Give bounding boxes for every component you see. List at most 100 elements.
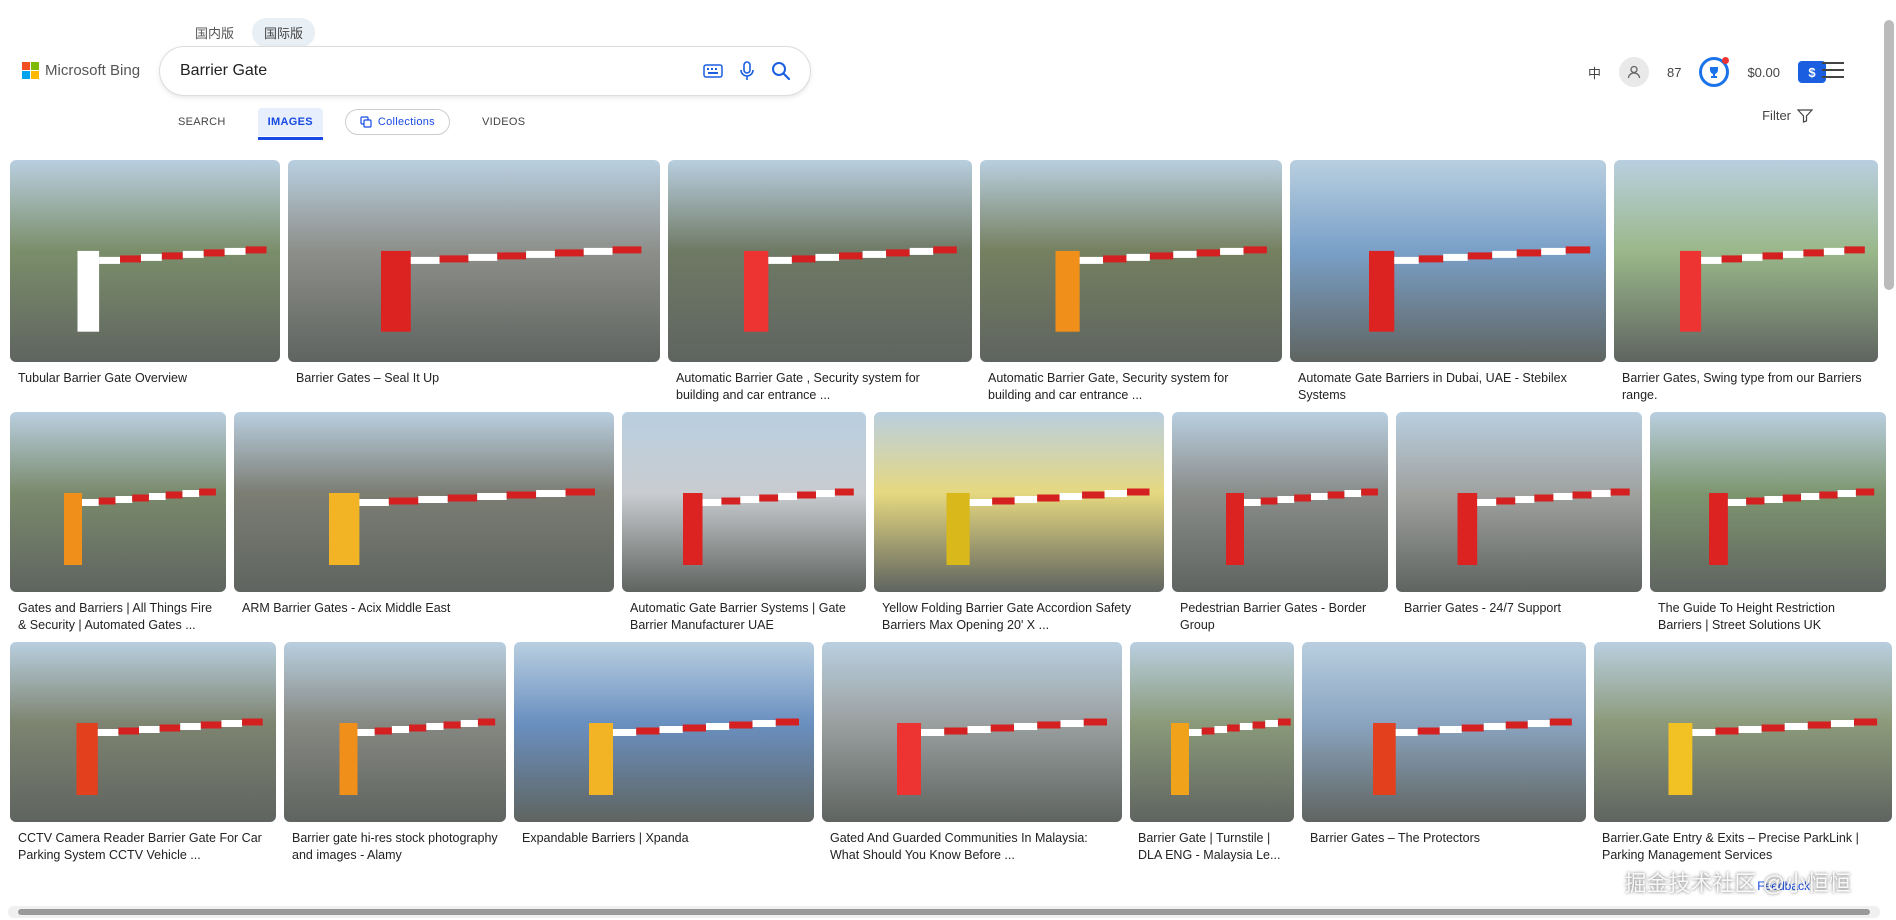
- menu-icon[interactable]: [1822, 62, 1844, 78]
- image-caption[interactable]: Barrier.Gate Entry & Exits – Precise Par…: [1594, 822, 1892, 862]
- image-caption[interactable]: Automatic Barrier Gate , Security system…: [668, 362, 972, 402]
- language-icon[interactable]: 中: [1588, 63, 1601, 82]
- image-caption[interactable]: Barrier Gates - 24/7 Support: [1396, 592, 1642, 632]
- tab-videos[interactable]: VIDEOS: [472, 108, 535, 136]
- vertical-scrollbar[interactable]: [1884, 20, 1894, 290]
- image-caption[interactable]: Barrier Gates – The Protectors: [1302, 822, 1586, 862]
- image-thumbnail[interactable]: [1614, 160, 1878, 362]
- image-result[interactable]: Expandable Barriers | Xpanda: [514, 642, 814, 862]
- microphone-icon[interactable]: [730, 54, 764, 88]
- image-caption[interactable]: Automatic Gate Barrier Systems | Gate Ba…: [622, 592, 866, 632]
- image-result[interactable]: Barrier Gates – Seal It Up: [288, 160, 660, 402]
- image-thumbnail[interactable]: [10, 412, 226, 592]
- image-result[interactable]: Barrier Gates – The Protectors: [1302, 642, 1586, 862]
- barrier-illustration: [897, 718, 1107, 795]
- image-result[interactable]: Automatic Barrier Gate , Security system…: [668, 160, 972, 402]
- barrier-illustration: [946, 488, 1150, 565]
- image-thumbnail[interactable]: [284, 642, 506, 822]
- image-caption[interactable]: Pedestrian Barrier Gates - Border Group: [1172, 592, 1388, 632]
- image-caption[interactable]: Barrier Gates, Swing type from our Barri…: [1614, 362, 1878, 402]
- image-caption[interactable]: Tubular Barrier Gate Overview: [10, 362, 280, 402]
- filter-button[interactable]: Filter: [1762, 108, 1813, 123]
- barrier-illustration: [339, 718, 496, 795]
- bing-images-page: 国内版 国际版 Microsoft Bing 中 87 $0.00 $: [0, 0, 1896, 920]
- header-right: 中 87 $0.00 $: [1588, 57, 1826, 87]
- image-result[interactable]: Gated And Guarded Communities In Malaysi…: [822, 642, 1122, 862]
- image-thumbnail[interactable]: [668, 160, 972, 362]
- search-icon[interactable]: [764, 54, 798, 88]
- image-thumbnail[interactable]: [514, 642, 814, 822]
- image-thumbnail[interactable]: [1290, 160, 1606, 362]
- image-caption[interactable]: Barrier Gates – Seal It Up: [288, 362, 660, 402]
- image-thumbnail[interactable]: [1302, 642, 1586, 822]
- image-caption[interactable]: Gated And Guarded Communities In Malaysi…: [822, 822, 1122, 862]
- image-result[interactable]: Yellow Folding Barrier Gate Accordion Sa…: [874, 412, 1164, 632]
- collections-label: Collections: [377, 116, 435, 128]
- image-caption[interactable]: Gates and Barriers | All Things Fire & S…: [10, 592, 226, 632]
- image-result[interactable]: Barrier gate hi-res stock photography an…: [284, 642, 506, 862]
- image-caption[interactable]: Barrier gate hi-res stock photography an…: [284, 822, 506, 862]
- image-result[interactable]: CCTV Camera Reader Barrier Gate For Car …: [10, 642, 276, 862]
- barrier-illustration: [76, 718, 263, 795]
- image-caption[interactable]: Barrier Gate | Turnstile | DLA ENG - Mal…: [1130, 822, 1294, 862]
- image-result[interactable]: Barrier Gate | Turnstile | DLA ENG - Mal…: [1130, 642, 1294, 862]
- barrier-illustration: [1373, 718, 1572, 795]
- image-result[interactable]: Automatic Gate Barrier Systems | Gate Ba…: [622, 412, 866, 632]
- image-result[interactable]: ARM Barrier Gates - Acix Middle East: [234, 412, 614, 632]
- image-result[interactable]: Gates and Barriers | All Things Fire & S…: [10, 412, 226, 632]
- image-thumbnail[interactable]: [10, 160, 280, 362]
- image-caption[interactable]: The Guide To Height Restriction Barriers…: [1650, 592, 1886, 632]
- region-tabs: 国内版 国际版: [183, 18, 316, 47]
- image-thumbnail[interactable]: [10, 642, 276, 822]
- image-result[interactable]: The Guide To Height Restriction Barriers…: [1650, 412, 1886, 632]
- image-thumbnail[interactable]: [874, 412, 1164, 592]
- image-row: Gates and Barriers | All Things Fire & S…: [10, 412, 1886, 632]
- barrier-illustration: [1226, 488, 1378, 565]
- image-result[interactable]: Automatic Barrier Gate, Security system …: [980, 160, 1282, 402]
- image-result[interactable]: Barrier.Gate Entry & Exits – Precise Par…: [1594, 642, 1892, 862]
- tab-search[interactable]: SEARCH: [168, 108, 236, 136]
- image-thumbnail[interactable]: [1396, 412, 1642, 592]
- tab-images[interactable]: IMAGES: [257, 108, 324, 140]
- image-caption[interactable]: Automatic Barrier Gate, Security system …: [980, 362, 1282, 402]
- balance-amount[interactable]: $0.00: [1747, 65, 1780, 80]
- image-thumbnail[interactable]: [822, 642, 1122, 822]
- search-input[interactable]: [180, 62, 696, 80]
- collections-button[interactable]: Collections: [344, 109, 450, 135]
- barrier-illustration: [1457, 488, 1630, 565]
- image-caption[interactable]: Automate Gate Barriers in Dubai, UAE - S…: [1290, 362, 1606, 402]
- image-result[interactable]: Automate Gate Barriers in Dubai, UAE - S…: [1290, 160, 1606, 402]
- image-result[interactable]: Tubular Barrier Gate Overview: [10, 160, 280, 402]
- keyboard-icon[interactable]: [696, 54, 730, 88]
- filter-icon: [1797, 108, 1813, 123]
- image-thumbnail[interactable]: [234, 412, 614, 592]
- image-thumbnail[interactable]: [1594, 642, 1892, 822]
- image-row: Tubular Barrier Gate Overview Barrier Gat…: [10, 160, 1882, 402]
- horizontal-scrollbar[interactable]: [8, 906, 1880, 918]
- rewards-trophy-icon[interactable]: [1699, 57, 1730, 87]
- image-thumbnail[interactable]: [980, 160, 1282, 362]
- bing-logo[interactable]: Microsoft Bing: [22, 62, 140, 79]
- image-result[interactable]: Barrier Gates - 24/7 Support: [1396, 412, 1642, 632]
- image-result[interactable]: Barrier Gates, Swing type from our Barri…: [1614, 160, 1878, 402]
- barrier-illustration: [589, 718, 799, 795]
- region-tab-international[interactable]: 国际版: [252, 18, 316, 47]
- microsoft-logo-icon: [22, 62, 39, 79]
- rewards-points[interactable]: 87: [1667, 65, 1681, 80]
- image-caption[interactable]: Expandable Barriers | Xpanda: [514, 822, 814, 862]
- image-thumbnail[interactable]: [288, 160, 660, 362]
- search-box: [160, 47, 810, 95]
- image-thumbnail[interactable]: [1172, 412, 1388, 592]
- image-result[interactable]: Pedestrian Barrier Gates - Border Group: [1172, 412, 1388, 632]
- image-caption[interactable]: ARM Barrier Gates - Acix Middle East: [234, 592, 614, 632]
- region-tab-domestic[interactable]: 国内版: [183, 18, 246, 47]
- avatar[interactable]: [1618, 57, 1649, 87]
- image-thumbnail[interactable]: [1130, 642, 1294, 822]
- notification-dot: [1722, 57, 1730, 64]
- barrier-illustration: [64, 488, 216, 565]
- image-thumbnail[interactable]: [1650, 412, 1886, 592]
- image-caption[interactable]: Yellow Folding Barrier Gate Accordion Sa…: [874, 592, 1164, 632]
- image-thumbnail[interactable]: [622, 412, 866, 592]
- image-caption[interactable]: CCTV Camera Reader Barrier Gate For Car …: [10, 822, 276, 862]
- barrier-illustration: [381, 246, 642, 332]
